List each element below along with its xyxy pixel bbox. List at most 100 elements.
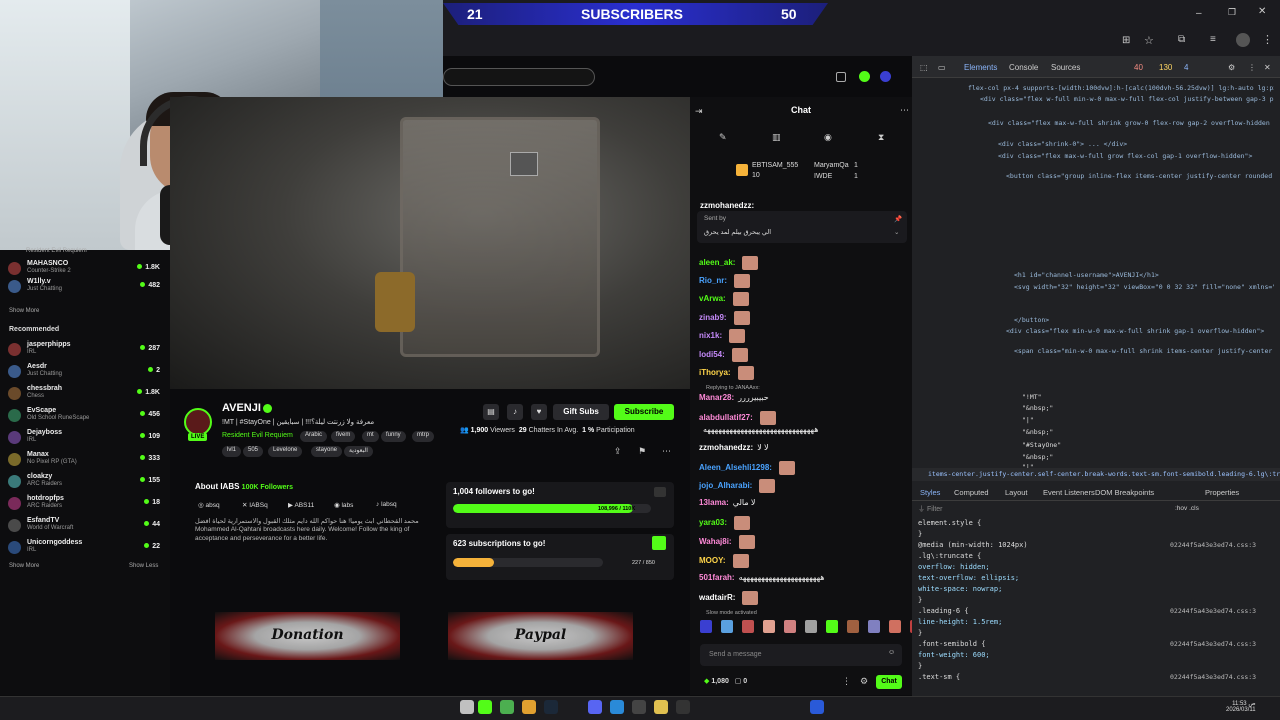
css-rule-line[interactable]: overflow: hidden; — [918, 563, 990, 571]
social-link[interactable]: ▶ ABS11 — [288, 501, 314, 509]
quick-emote[interactable] — [805, 620, 817, 633]
taskbar-clock[interactable]: 11:53 ص 2026/03/11 — [1226, 700, 1256, 713]
social-link[interactable]: ◎ absq — [198, 501, 220, 509]
dom-node-line[interactable]: <svg width="32" height="32" viewBox="0 0… — [918, 283, 1274, 291]
chat-send-button[interactable]: Chat — [876, 675, 902, 689]
css-rule-line[interactable]: white-space: nowrap; — [918, 585, 1002, 593]
social-link[interactable]: ✕ IABSq — [242, 501, 268, 509]
chat-username[interactable]: Rio_nr: — [699, 276, 727, 285]
chat-message[interactable]: MOOY: — [699, 554, 749, 568]
devtools-close-icon[interactable]: ✕ — [1264, 63, 1271, 72]
tab-console[interactable]: Console — [1009, 63, 1038, 72]
report-flag-icon[interactable]: ⚑ — [638, 446, 646, 457]
chat-message[interactable]: zzmohanedzz: لا لا — [699, 443, 769, 452]
stream-tag[interactable]: fivem — [331, 431, 356, 442]
stream-tag[interactable]: lvl1 — [222, 446, 242, 457]
obs-icon[interactable] — [676, 700, 690, 714]
error-count[interactable]: 40 — [1134, 63, 1143, 72]
dom-node-line[interactable]: <button class="group inline-flex items-c… — [918, 172, 1274, 180]
dom-node-line[interactable]: flex-col px-4 supports-[width:100dvw]:h-… — [918, 84, 1274, 92]
stream-tag[interactable]: mtrp — [412, 431, 434, 442]
dom-node-line[interactable]: </button> — [918, 316, 1274, 324]
discord-icon[interactable] — [588, 700, 602, 714]
chat-message[interactable]: jojo_Alharabi: — [699, 479, 776, 493]
styles-tab[interactable]: Properties — [1205, 488, 1239, 497]
heart-icon[interactable]: ♥ — [531, 404, 547, 420]
quick-emote[interactable] — [742, 620, 754, 633]
clip-icon[interactable]: ▤ — [483, 404, 499, 420]
chat-message[interactable]: lodi54: — [699, 348, 748, 362]
quick-emote[interactable] — [763, 620, 775, 633]
more-options-icon[interactable]: ⋯ — [662, 446, 671, 457]
stream-tag[interactable]: mt — [362, 431, 379, 442]
sidebar-channel-item[interactable]: jasperphipps IRL 287 — [8, 341, 163, 359]
dom-node-line[interactable]: "#StayOne" — [918, 441, 1274, 449]
css-source-link[interactable]: 02244f5a43e3ed74.css:3 — [1170, 607, 1256, 615]
sidebar-channel-item[interactable]: W1lly.v Just Chatting 482 — [8, 278, 163, 296]
styles-tab[interactable]: Computed — [954, 488, 989, 497]
chat-username[interactable]: wadtairR: — [699, 593, 735, 602]
chat-message[interactable]: 13lama: لا مالي — [699, 498, 755, 507]
chat-username[interactable]: MOOY: — [699, 556, 726, 565]
stream-tag[interactable]: البعودية — [344, 446, 373, 457]
stream-tag[interactable]: 505 — [243, 446, 264, 457]
emoji-icon[interactable]: ☺ — [888, 649, 895, 656]
device-toggle-icon[interactable]: ▭ — [938, 63, 946, 72]
more-vertical-icon[interactable]: ⋮ — [1262, 33, 1273, 46]
css-rule-line[interactable]: } — [918, 629, 922, 637]
chat-username[interactable]: zzmohanedzz: — [699, 443, 753, 452]
chat-username[interactable]: vArwa: — [699, 294, 726, 303]
donation-panel[interactable]: Donation — [215, 612, 400, 660]
stream-tag[interactable]: funny — [381, 431, 406, 442]
css-source-link[interactable]: 02244f5a43e3ed74.css:3 — [1170, 640, 1256, 648]
stream-tag[interactable]: Levelone — [268, 446, 303, 457]
css-source-link[interactable]: 02244f5a43e3ed74.css:3 — [1170, 673, 1256, 681]
quick-emote[interactable] — [847, 620, 859, 633]
chat-username[interactable]: jojo_Alharabi: — [699, 481, 752, 490]
social-link[interactable]: ♪ labsq — [376, 501, 397, 508]
dom-node-line[interactable]: <div class="flex min-w-0 max-w-full shri… — [918, 327, 1274, 335]
sidebar-channel-item[interactable]: cloakzy ARC Raiders 155 — [8, 473, 163, 491]
chat-message[interactable]: yara03: — [699, 516, 751, 530]
menu-lines-icon[interactable]: ≡ — [1210, 34, 1216, 45]
chat-message[interactable]: ههههههههههههههههههههههههههههههه — [699, 425, 818, 434]
chat-username[interactable]: iThorya: — [699, 368, 731, 377]
chat-username[interactable]: Manar28: — [699, 393, 734, 402]
dom-node-line[interactable]: <div class="flex w-full min-w-0 max-w-fu… — [918, 95, 1274, 103]
styles-tab[interactable]: Layout — [1005, 488, 1028, 497]
dom-node-line[interactable]: "&nbsp;" — [918, 453, 1274, 461]
share-icon[interactable]: ⇪ — [614, 446, 622, 457]
store-icon[interactable] — [632, 700, 646, 714]
devtools-more-icon[interactable]: ⋮ — [1248, 63, 1256, 72]
dom-node-line[interactable]: "&nbsp;" — [918, 428, 1274, 436]
chat-menu-icon[interactable]: ⋯ — [900, 105, 909, 116]
channel-username[interactable]: AVENJI — [222, 402, 261, 414]
chat-message[interactable]: wadtairR: — [699, 591, 759, 605]
gift-subs-button[interactable]: Gift Subs — [553, 404, 609, 420]
tab-elements[interactable]: Elements — [964, 63, 997, 72]
warning-count[interactable]: 130 — [1159, 63, 1172, 72]
sidebar-channel-item[interactable]: Aesdr Just Chatting 2 — [8, 363, 163, 381]
chrome-icon[interactable] — [522, 700, 536, 714]
bell-icon[interactable]: ♪ — [507, 404, 523, 420]
devtools-settings-icon[interactable]: ⚙ — [1228, 63, 1235, 72]
css-source-link[interactable]: 02244f5a43e3ed74.css:3 — [1170, 541, 1256, 549]
chat-settings-gear-icon[interactable]: ⚙ — [860, 676, 868, 687]
show-more-link[interactable]: Show More — [9, 308, 39, 314]
sidebar-channel-item[interactable]: MAHASNCO Counter-Strike 2 1.8K — [8, 260, 163, 278]
chat-message[interactable]: vArwa: — [699, 292, 749, 306]
dom-node-line[interactable]: "|" — [918, 416, 1274, 424]
hov-cls-toggle[interactable]: :hov .cls — [1175, 505, 1199, 512]
chat-username[interactable]: nix1k: — [699, 331, 722, 340]
subscribe-button[interactable]: Subscribe — [614, 404, 674, 420]
chat-message-input[interactable]: Send a message ☺ — [700, 644, 902, 666]
chat-bubble-icon[interactable]: ◉ — [824, 132, 832, 143]
sidebar-channel-item[interactable]: EsfandTV World of Warcraft 44 — [8, 517, 163, 535]
sidebar-channel-item[interactable]: Unicorngoddess IRL 22 — [8, 539, 163, 557]
dom-breadcrumb[interactable]: items-center.justify-center.self-center.… — [912, 468, 1280, 481]
hourglass-icon[interactable]: ⧗ — [878, 132, 884, 143]
css-rule-line[interactable]: .text-sm { — [918, 673, 960, 681]
kick-logo-icon[interactable] — [859, 71, 870, 82]
steam-icon[interactable] — [544, 700, 558, 714]
game-icon[interactable] — [500, 700, 514, 714]
